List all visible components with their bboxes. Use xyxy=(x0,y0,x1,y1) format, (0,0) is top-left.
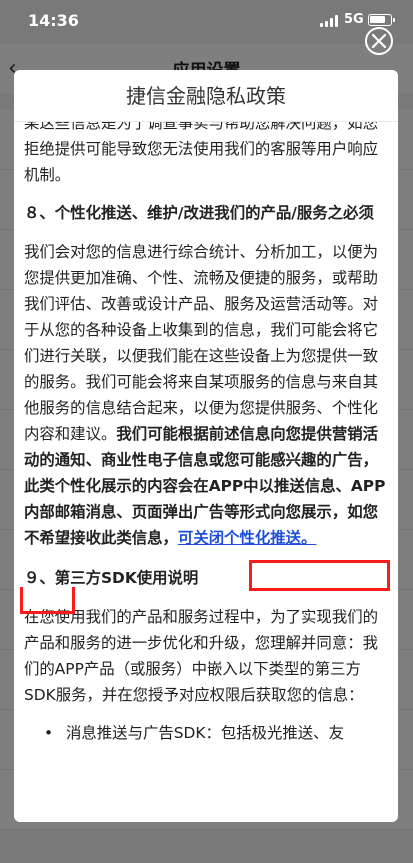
section-8-text: 我们会对您的信息进行综合统计、分析加工，以便为您提供更加准确、个性、流畅及便捷的… xyxy=(24,243,378,443)
section-8-heading: ８、个性化推送、维护/改进我们的产品/服务之必须 xyxy=(24,204,374,222)
battery-level-fill xyxy=(370,16,385,23)
highlight-box xyxy=(249,560,390,591)
status-time: 14:36 xyxy=(28,11,79,30)
battery-icon xyxy=(368,14,395,26)
close-icon xyxy=(372,34,386,48)
status-bar: 14:36 5G xyxy=(0,0,413,44)
highlight-box-continuation xyxy=(20,587,75,614)
disable-personalized-push-link[interactable]: 可关闭个性化推送。 xyxy=(178,529,317,547)
sdk-list-item: 消息推送与广告SDK：包括极光推送、友 xyxy=(24,720,386,746)
section-9-paragraph: 在您使用我们的产品和服务过程中，为了实现我们的产品和服务的进一步优化和升级，您理… xyxy=(24,608,378,704)
section-8-paragraph: 我们会对您的信息进行综合统计、分析加工，以便为您提供更加准确、个性、流畅及便捷的… xyxy=(24,239,386,551)
cellular-signal-icon xyxy=(320,15,340,27)
policy-scroll-content[interactable]: 某这些信息是为了调查事实与帮助您解决问题，如您拒绝提供可能导致您无法使用我们的客… xyxy=(14,110,398,822)
privacy-policy-modal: 捷信金融隐私政策 某这些信息是为了调查事实与帮助您解决问题，如您拒绝提供可能导致… xyxy=(14,70,398,822)
modal-title: 捷信金融隐私政策 xyxy=(14,70,398,122)
network-type: 5G xyxy=(344,12,364,27)
close-button[interactable] xyxy=(365,27,393,55)
